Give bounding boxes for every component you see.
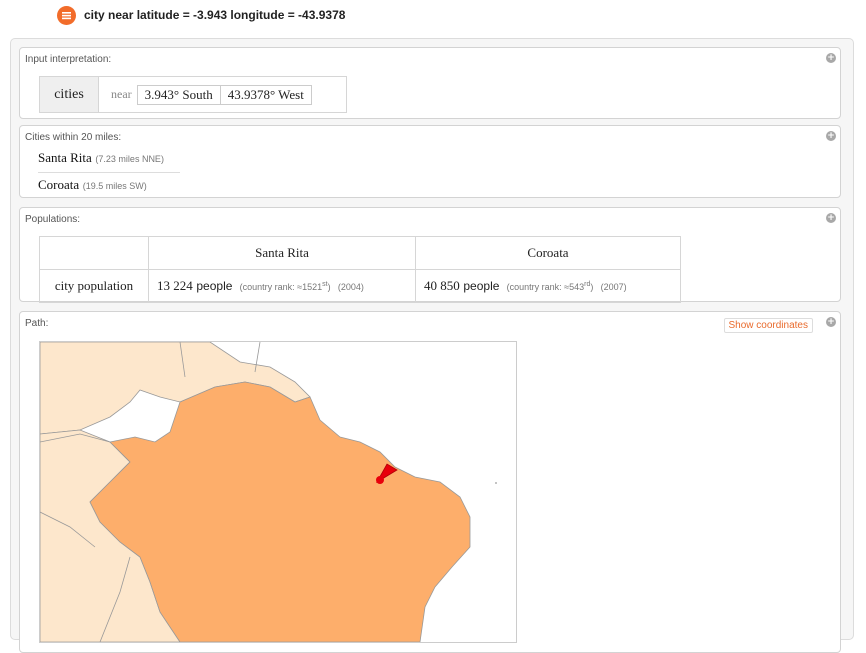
wolfram-alpha-logo-icon[interactable] [57, 5, 76, 25]
pod-cities-within: Cities within 20 miles: + Santa Rita (7.… [19, 125, 841, 198]
pod-path: Path: Show coordinates + [19, 311, 841, 653]
data-year: (2004) [337, 282, 364, 292]
city-distance: (7.23 miles NNE) [95, 154, 164, 164]
populations-table: Santa Rita Coroata city population 13 22… [39, 236, 681, 303]
longitude-value: 43.9378° West [219, 85, 311, 104]
pod-title: Input interpretation: [25, 54, 112, 65]
pod-title: Cities within 20 miles: [25, 132, 122, 143]
column-header: Coroata [415, 236, 681, 270]
query-bar: city near latitude = -3.943 longitude = … [57, 5, 345, 25]
interpretation-box: cities near 3.943° South 43.9378° West [39, 76, 347, 113]
pod-populations: Populations: + Santa Rita Coroata city p… [19, 207, 841, 303]
expand-plus-icon[interactable]: + [826, 53, 836, 63]
column-header: Santa Rita [148, 236, 416, 270]
population-value: 13 224 [157, 278, 193, 293]
country-rank: (country rank: ≈543rd) [506, 281, 594, 292]
table-cell: 13 224 people (country rank: ≈1521st) (2… [148, 269, 416, 303]
map [39, 341, 517, 643]
pod-title: Path: [25, 318, 49, 329]
expand-plus-icon[interactable]: + [826, 317, 836, 327]
pod-input-interpretation: Input interpretation: + cities near 3.94… [19, 47, 841, 119]
location-marker [376, 476, 384, 484]
city-distance: (19.5 miles SW) [82, 181, 147, 191]
pod-title: Populations: [25, 214, 81, 225]
map-dot [495, 482, 497, 484]
population-unit: people [463, 279, 500, 293]
show-coordinates-button[interactable]: Show coordinates [723, 318, 813, 333]
divider [38, 172, 180, 173]
query-text: city near latitude = -3.943 longitude = … [84, 8, 346, 22]
list-item: Santa Rita (7.23 miles NNE) [38, 150, 164, 166]
city-name: Santa Rita [38, 150, 92, 165]
list-item: Coroata (19.5 miles SW) [38, 177, 147, 193]
latitude-value: 3.943° South [144, 86, 213, 102]
table-corner [39, 236, 149, 270]
population-unit: people [196, 279, 233, 293]
table-row: city population 13 224 people (country r… [39, 269, 681, 303]
expand-plus-icon[interactable]: + [826, 131, 836, 141]
interpretation-cities: cities [40, 77, 99, 112]
expand-plus-icon[interactable]: + [826, 213, 836, 223]
map-svg [40, 342, 516, 642]
results-container: Input interpretation: + cities near 3.94… [10, 38, 854, 653]
table-cell: 40 850 people (country rank: ≈543rd) (20… [415, 269, 681, 303]
city-name: Coroata [38, 177, 80, 192]
country-rank: (country rank: ≈1521st) [239, 281, 331, 292]
interpretation-near: near [111, 87, 132, 101]
row-label: city population [39, 269, 149, 303]
data-year: (2007) [600, 282, 627, 292]
population-value: 40 850 [424, 278, 460, 293]
interpretation-coordinates: 3.943° South 43.9378° West [136, 84, 312, 105]
